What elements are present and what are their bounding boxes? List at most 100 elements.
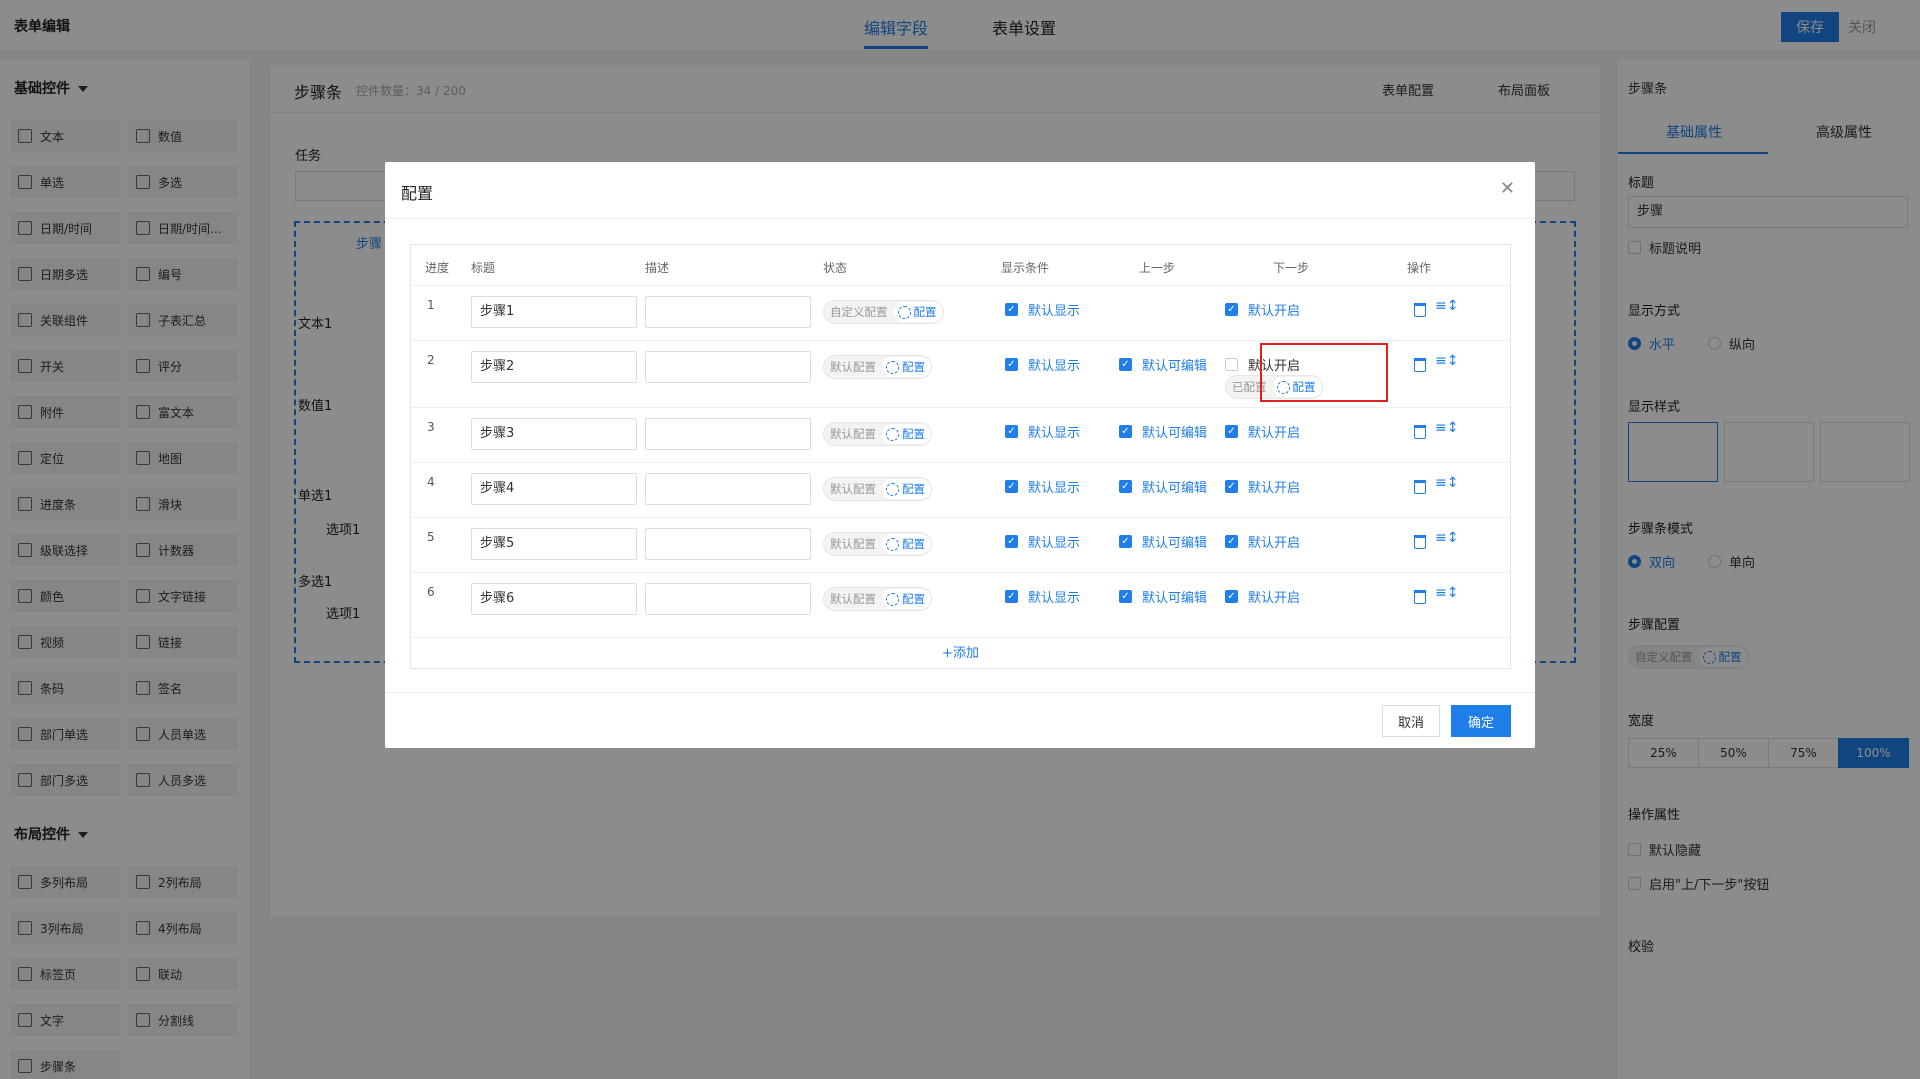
status-pill: 默认配置 配置 — [823, 477, 932, 501]
col-show: 显示条件 — [1001, 261, 1050, 275]
gear-icon — [886, 360, 899, 374]
status-config-button[interactable]: 配置 — [882, 357, 931, 377]
row-index: 1 — [427, 298, 435, 312]
status-pill: 默认配置 配置 — [823, 422, 932, 446]
highlight-box — [1260, 343, 1388, 402]
checkbox: ✓ — [1005, 480, 1018, 493]
checkbox: ✓ — [1005, 425, 1018, 438]
show-condition-checkbox[interactable]: ✓ 默认显示 — [1005, 300, 1080, 319]
status-pill: 默认配置 配置 — [823, 355, 932, 379]
table-row: 5 步骤5 默认配置 配置 ✓ 默认显示 ✓ 默认可编辑 ✓ 默认开启 ≡↕ — [411, 517, 1510, 572]
ok-button[interactable]: 确定 — [1451, 705, 1511, 737]
checkbox: ✓ — [1119, 358, 1132, 371]
gear-icon — [886, 427, 899, 441]
step-title-input[interactable]: 步骤4 — [471, 473, 637, 505]
step-title-input[interactable]: 步骤6 — [471, 583, 637, 615]
checkbox: ✓ — [1005, 590, 1018, 603]
checkbox: ✓ — [1225, 535, 1238, 548]
trash-icon[interactable] — [1414, 480, 1426, 494]
step-desc-input[interactable] — [645, 583, 811, 615]
col-title: 标题 — [471, 261, 496, 275]
gear-icon — [897, 305, 911, 319]
status-config-button[interactable]: 配置 — [882, 424, 931, 444]
checkbox: ✓ — [1005, 358, 1018, 371]
steps-table: 进度 标题 描述 状态 显示条件 上一步 下一步 操作 +添加 1 步骤1 自定义配… — [410, 244, 1511, 669]
prev-step-checkbox[interactable]: ✓ 默认可编辑 — [1119, 532, 1207, 551]
checkbox: ✓ — [1119, 590, 1132, 603]
table-row: 4 步骤4 默认配置 配置 ✓ 默认显示 ✓ 默认可编辑 ✓ 默认开启 ≡↕ — [411, 462, 1510, 517]
sort-icon[interactable]: ≡↕ — [1435, 420, 1458, 436]
checkbox — [1225, 358, 1238, 371]
next-step-checkbox[interactable]: ✓ 默认开启 — [1225, 422, 1300, 441]
checkbox: ✓ — [1005, 303, 1018, 316]
status-pill: 默认配置 配置 — [823, 587, 932, 611]
sort-icon[interactable]: ≡↕ — [1435, 585, 1458, 601]
trash-icon[interactable] — [1414, 303, 1426, 317]
close-icon[interactable]: ✕ — [1500, 178, 1515, 199]
config-modal: 配置 ✕ 进度 标题 描述 状态 显示条件 上一步 下一步 操作 +添加 1 步骤… — [385, 162, 1535, 748]
row-index: 2 — [427, 353, 435, 367]
step-desc-input[interactable] — [645, 473, 811, 505]
prev-step-checkbox[interactable]: ✓ 默认可编辑 — [1119, 587, 1207, 606]
table-row: 1 步骤1 自定义配置 配置 ✓ 默认显示 ✓ 默认开启 ≡↕ — [411, 285, 1510, 340]
status-pill: 默认配置 配置 — [823, 532, 932, 556]
add-step-button[interactable]: +添加 — [411, 637, 1510, 669]
trash-icon[interactable] — [1414, 358, 1426, 372]
prev-step-checkbox[interactable]: ✓ 默认可编辑 — [1119, 422, 1207, 441]
show-condition-checkbox[interactable]: ✓ 默认显示 — [1005, 532, 1080, 551]
prev-step-checkbox[interactable]: ✓ 默认可编辑 — [1119, 477, 1207, 496]
prev-step-checkbox[interactable]: ✓ 默认可编辑 — [1119, 355, 1207, 374]
trash-icon[interactable] — [1414, 425, 1426, 439]
modal-divider — [385, 218, 1535, 219]
col-desc: 描述 — [645, 261, 670, 275]
step-desc-input[interactable] — [645, 351, 811, 383]
next-step-checkbox[interactable]: ✓ 默认开启 — [1225, 532, 1300, 551]
row-index: 3 — [427, 420, 435, 434]
row-index: 5 — [427, 530, 435, 544]
sort-icon[interactable]: ≡↕ — [1435, 353, 1458, 369]
step-desc-input[interactable] — [645, 528, 811, 560]
next-step-checkbox[interactable]: ✓ 默认开启 — [1225, 477, 1300, 496]
step-title-input[interactable]: 步骤2 — [471, 351, 637, 383]
checkbox: ✓ — [1119, 480, 1132, 493]
modal-footer-divider — [385, 692, 1535, 693]
show-condition-checkbox[interactable]: ✓ 默认显示 — [1005, 422, 1080, 441]
trash-icon[interactable] — [1414, 590, 1426, 604]
status-config-button[interactable]: 配置 — [882, 479, 931, 499]
col-ops: 操作 — [1407, 261, 1432, 275]
cancel-button[interactable]: 取消 — [1382, 705, 1440, 737]
checkbox: ✓ — [1119, 425, 1132, 438]
show-condition-checkbox[interactable]: ✓ 默认显示 — [1005, 587, 1080, 606]
sort-icon[interactable]: ≡↕ — [1435, 475, 1458, 491]
col-status: 状态 — [823, 261, 848, 275]
show-condition-checkbox[interactable]: ✓ 默认显示 — [1005, 355, 1080, 374]
show-condition-checkbox[interactable]: ✓ 默认显示 — [1005, 477, 1080, 496]
gear-icon — [886, 482, 899, 496]
col-next: 下一步 — [1273, 261, 1310, 275]
trash-icon[interactable] — [1414, 535, 1426, 549]
status-config-button[interactable]: 配置 — [882, 534, 931, 554]
status-pill: 自定义配置 配置 — [823, 300, 944, 324]
col-prev: 上一步 — [1139, 261, 1176, 275]
status-config-button[interactable]: 配置 — [882, 589, 931, 609]
step-title-input[interactable]: 步骤1 — [471, 296, 637, 328]
gear-icon — [886, 537, 899, 551]
checkbox: ✓ — [1225, 480, 1238, 493]
next-step-checkbox[interactable]: ✓ 默认开启 — [1225, 587, 1300, 606]
checkbox: ✓ — [1225, 590, 1238, 603]
row-index: 4 — [427, 475, 435, 489]
checkbox: ✓ — [1225, 303, 1238, 316]
checkbox: ✓ — [1225, 425, 1238, 438]
table-row: 3 步骤3 默认配置 配置 ✓ 默认显示 ✓ 默认可编辑 ✓ 默认开启 ≡↕ — [411, 407, 1510, 462]
checkbox: ✓ — [1005, 535, 1018, 548]
step-title-input[interactable]: 步骤3 — [471, 418, 637, 450]
step-title-input[interactable]: 步骤5 — [471, 528, 637, 560]
step-desc-input[interactable] — [645, 418, 811, 450]
status-config-button[interactable]: 配置 — [893, 302, 943, 322]
gear-icon — [886, 592, 899, 606]
next-step-checkbox[interactable]: ✓ 默认开启 — [1225, 300, 1300, 319]
sort-icon[interactable]: ≡↕ — [1435, 298, 1458, 314]
step-desc-input[interactable] — [645, 296, 811, 328]
col-progress: 进度 — [425, 261, 450, 275]
sort-icon[interactable]: ≡↕ — [1435, 530, 1458, 546]
